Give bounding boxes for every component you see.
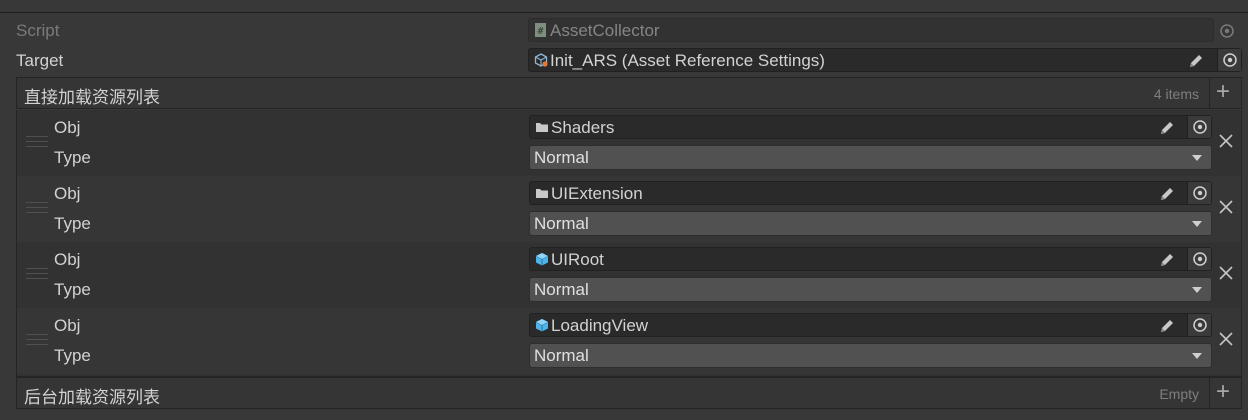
remove-item-button[interactable] [1216,131,1236,151]
obj-field[interactable]: UIRoot [529,247,1212,271]
target-row: Target Init_ARS (Asset Reference Setting… [16,48,1242,74]
scriptable-object-icon [534,53,548,67]
plus-icon: + [1216,78,1231,105]
obj-label: Obj [54,316,81,335]
drag-handle[interactable] [26,202,48,218]
type-dropdown[interactable]: Normal [529,145,1212,170]
direct-list-header[interactable]: 直接加载资源列表 4 items + [16,77,1242,109]
background-list-title: 后台加载资源列表 [24,388,160,407]
type-dropdown[interactable]: Normal [529,211,1212,236]
obj-picker-button[interactable] [1187,182,1211,204]
object-picker-icon [1193,120,1207,134]
obj-value: LoadingView [551,316,649,335]
dropdown-arrow-icon [1192,287,1202,293]
pencil-icon[interactable] [1158,251,1176,269]
top-divider [0,12,1248,13]
type-value: Normal [534,280,589,299]
object-picker-icon [1193,186,1207,200]
object-picker-icon [1193,318,1207,332]
obj-picker-button[interactable] [1187,116,1211,138]
background-list-count: Empty [1159,386,1199,402]
prefab-icon [535,253,549,266]
remove-item-button[interactable] [1216,263,1236,283]
type-dropdown[interactable]: Normal [529,277,1212,302]
object-picker-icon [1223,53,1237,67]
obj-picker-button[interactable] [1187,314,1211,336]
obj-value: Shaders [551,118,615,137]
obj-value: UIExtension [551,184,643,203]
folder-icon [536,189,548,198]
folder-icon [536,123,548,132]
type-label: Type [54,148,91,167]
target-picker-button[interactable] [1217,49,1241,71]
type-dropdown[interactable]: Normal [529,343,1212,368]
svg-text:#: # [537,26,543,37]
remove-item-button[interactable] [1216,197,1236,217]
script-value: AssetCollector [550,21,660,40]
object-picker-icon [1193,252,1207,266]
plus-icon: + [1216,378,1231,405]
list-item: Obj Type UIExtension Normal [17,176,1241,242]
script-row: Script # AssetCollector [16,18,1242,44]
direct-list-add-button[interactable]: + [1209,78,1241,108]
script-field: # AssetCollector [528,18,1214,42]
obj-label: Obj [54,250,81,269]
type-label: Type [54,214,91,233]
obj-field[interactable]: LoadingView [529,313,1212,337]
background-list-add-button[interactable]: + [1209,378,1241,408]
pencil-icon[interactable] [1158,119,1176,137]
script-label: Script [16,21,60,40]
obj-field[interactable]: Shaders [529,115,1212,139]
direct-list-title: 直接加载资源列表 [24,88,160,107]
csharp-script-icon: # [535,23,546,37]
type-value: Normal [534,214,589,233]
target-label: Target [16,51,64,70]
target-object-field[interactable]: Init_ARS (Asset Reference Settings) [528,48,1242,72]
target-picker-icon [1220,24,1234,38]
drag-handle[interactable] [26,268,48,284]
drag-handle[interactable] [26,334,48,350]
list-item: Obj Type UIRoot Normal [17,242,1241,308]
target-value: Init_ARS (Asset Reference Settings) [550,51,825,70]
pencil-icon[interactable] [1158,185,1176,203]
background-list-header[interactable]: 后台加载资源列表 Empty + [16,377,1242,409]
dropdown-arrow-icon [1192,155,1202,161]
obj-value: UIRoot [551,250,604,269]
obj-picker-button[interactable] [1187,248,1211,270]
pencil-icon[interactable] [1158,317,1176,335]
obj-label: Obj [54,118,81,137]
type-value: Normal [534,346,589,365]
dropdown-arrow-icon [1192,353,1202,359]
list-item: Obj Type Shaders Normal [17,110,1241,176]
drag-handle[interactable] [26,136,48,152]
dropdown-arrow-icon [1192,221,1202,227]
remove-item-button[interactable] [1216,329,1236,349]
obj-field[interactable]: UIExtension [529,181,1212,205]
direct-list-body: Obj Type Shaders Normal Obj Type UIExten… [16,110,1242,376]
list-item: Obj Type LoadingView Normal [17,308,1241,374]
direct-list-count: 4 items [1153,86,1199,102]
obj-label: Obj [54,184,81,203]
pencil-icon[interactable] [1187,52,1205,70]
type-label: Type [54,280,91,299]
type-value: Normal [534,148,589,167]
type-label: Type [54,346,91,365]
prefab-icon [535,319,549,332]
